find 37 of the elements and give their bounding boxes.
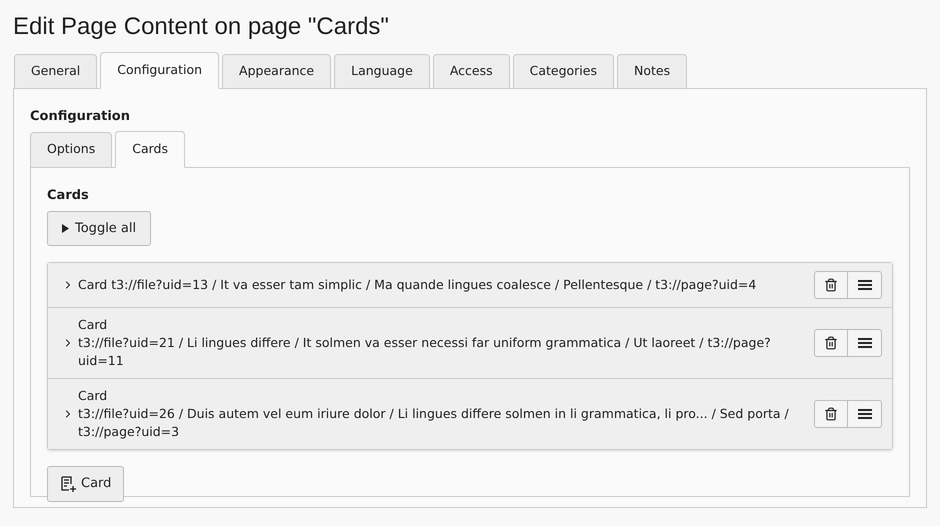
tab[interactable]: Options [30, 132, 112, 168]
card-summary: t3://file?uid=21 / Li lingues differe / It solmen va esser necessi far uniform grammatica / Ut laoreet / t3://page?uid=11 [78, 334, 772, 370]
delete-button[interactable] [814, 400, 848, 428]
card-row[interactable]: Card t3://file?uid=13 / It va esser tam simplic / Ma quande lingues coalesce / Pellentesque / t3://page?uid=4 [48, 263, 892, 307]
card-label: Card [78, 388, 108, 403]
card-row[interactable]: Card t3://file?uid=21 / Li lingues differe / It solmen va esser necessi far uniform grammatica / Ut laoreet / t3://page?uid=11 [48, 307, 892, 378]
trash-icon [824, 407, 838, 421]
section-title: Configuration [30, 108, 131, 126]
toggle-all-button[interactable]: Toggle all [47, 211, 152, 246]
menu-icon [858, 338, 872, 348]
tab[interactable]: Access [432, 54, 510, 89]
tab[interactable]: Appearance [222, 54, 332, 89]
card-label: Card [78, 317, 108, 332]
tab[interactable]: Configuration [100, 52, 220, 89]
add-document-icon [60, 476, 76, 492]
delete-button[interactable] [814, 271, 848, 299]
card-label: Card [78, 277, 108, 292]
menu-icon [858, 409, 872, 419]
drag-button[interactable] [848, 271, 882, 299]
tab[interactable]: Language [334, 54, 430, 89]
card-summary: t3://file?uid=13 / It va esser tam simplic / Ma quande lingues coalesce / Pellentesque / t3://page?uid=4 [111, 276, 756, 294]
card-row[interactable]: Card t3://file?uid=26 / Duis autem vel eum iriure dolor / Li lingues differe solmen in li grammatica, li pro... / Sed porta / t3://page?uid=3 [48, 378, 892, 449]
drag-button[interactable] [848, 329, 882, 357]
trash-icon [824, 336, 838, 350]
tab[interactable]: Notes [617, 54, 688, 89]
tab[interactable]: Cards [115, 130, 185, 168]
delete-button[interactable] [814, 329, 848, 357]
page-title: Edit Page Content on page "Cards" [13, 12, 390, 42]
menu-icon [858, 280, 872, 290]
tab[interactable]: General [14, 54, 98, 89]
trash-icon [824, 278, 838, 292]
drag-button[interactable] [848, 400, 882, 428]
field-label: Cards [47, 186, 90, 204]
tab[interactable]: Categories [512, 54, 614, 89]
triangle-right-icon [62, 224, 69, 233]
add-card-button[interactable]: Card [47, 466, 124, 502]
card-summary: t3://file?uid=26 / Duis autem vel eum iriure dolor / Li lingues differe solmen in li grammatica, li pro... / Sed porta / t3://page?uid=3 [78, 405, 790, 441]
